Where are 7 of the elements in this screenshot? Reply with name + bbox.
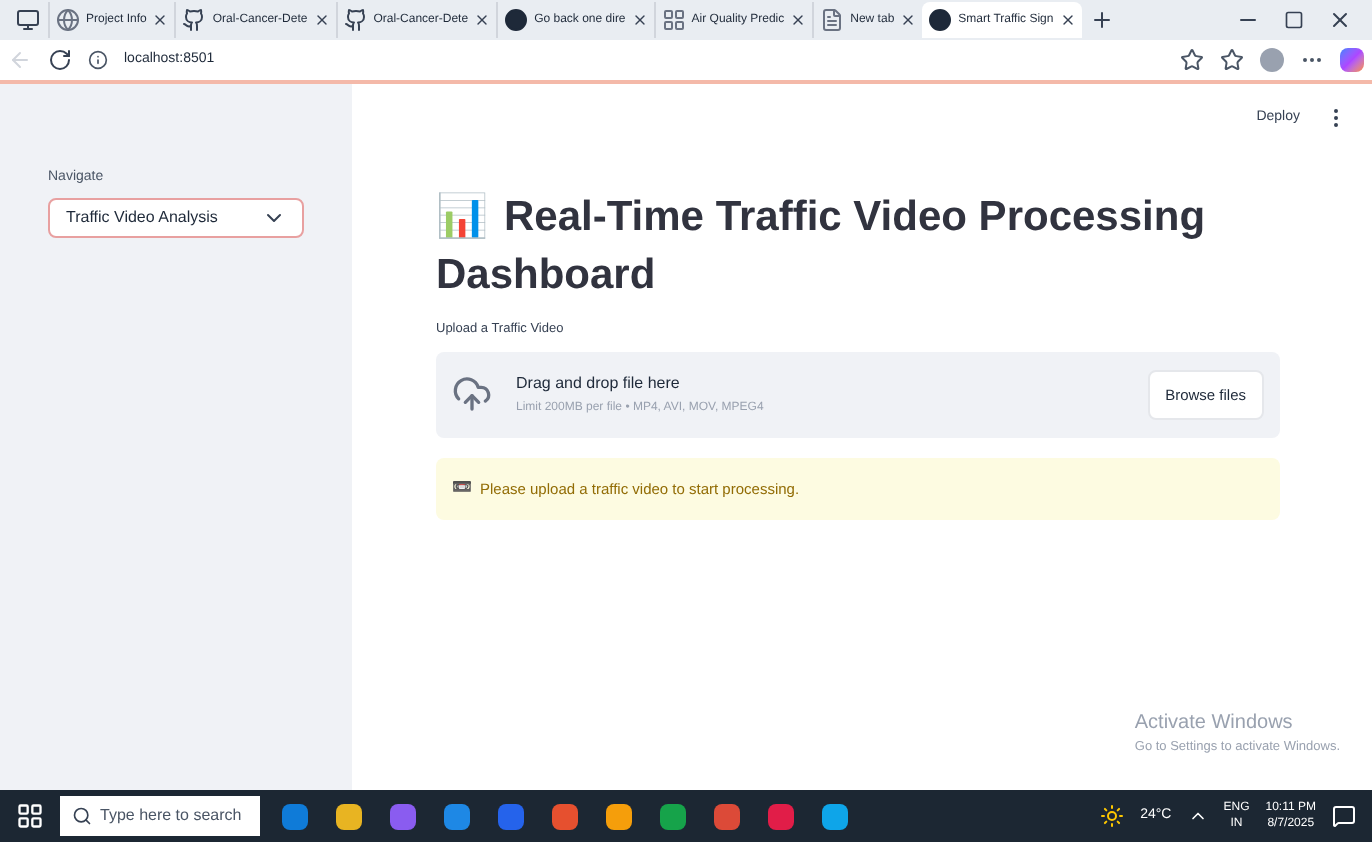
page-title: 📊 Real-Time Traffic Video Processing Dashboard — [436, 190, 1208, 302]
navigate-select[interactable]: Traffic Video Analysis — [48, 197, 304, 237]
alert-icon-text: 📼 — [452, 476, 472, 501]
search-placeholder: Type here to search — [100, 804, 242, 828]
taskbar-search[interactable]: Type here to search — [60, 796, 260, 836]
activation-title: Activate Windows — [1134, 710, 1295, 739]
drop-text: Drag and drop file here — [516, 371, 682, 396]
